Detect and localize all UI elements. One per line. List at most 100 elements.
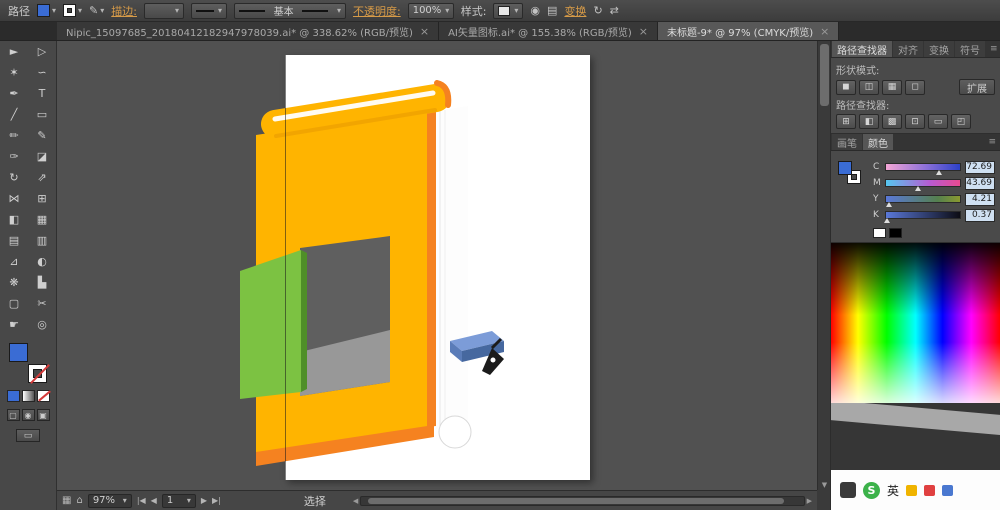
magenta-slider[interactable] bbox=[885, 179, 961, 187]
tool-magic-wand[interactable]: ✶ bbox=[0, 62, 28, 83]
tool-lasso[interactable]: ∽ bbox=[28, 62, 56, 83]
tool-blob-brush[interactable]: ✑ bbox=[0, 146, 28, 167]
crop-button[interactable]: ⊡ bbox=[905, 114, 925, 129]
black-value-field[interactable]: 0.37 bbox=[965, 209, 995, 222]
tool-blend[interactable]: ◐ bbox=[28, 251, 56, 272]
tool-eraser[interactable]: ◪ bbox=[28, 146, 56, 167]
panel-tab-align[interactable]: 对齐 bbox=[893, 41, 923, 57]
cyan-value-field[interactable]: 72.69 bbox=[965, 161, 995, 174]
canvas[interactable] bbox=[57, 41, 817, 490]
tool-pen[interactable]: ✒ bbox=[0, 83, 28, 104]
tool-artboard[interactable]: ▢ bbox=[0, 293, 28, 314]
tool-graph[interactable]: ▙ bbox=[28, 272, 56, 293]
tool-line-segment[interactable]: ╱ bbox=[0, 104, 28, 125]
draw-behind-button[interactable]: ◉ bbox=[22, 409, 35, 421]
close-icon[interactable]: × bbox=[639, 25, 648, 38]
tool-gradient[interactable]: ▥ bbox=[28, 230, 56, 251]
width-profile-dropdown[interactable]: ▾ bbox=[191, 3, 227, 19]
black-slider[interactable] bbox=[885, 211, 961, 219]
stroke-color-control[interactable]: ▾ bbox=[63, 4, 82, 17]
tool-paintbrush[interactable]: ✏ bbox=[0, 125, 28, 146]
stroke-proxy-swatch[interactable] bbox=[28, 364, 47, 383]
panel-tab-pathfinder[interactable]: 路径查找器 bbox=[832, 41, 892, 57]
vertical-scroll-thumb[interactable] bbox=[820, 44, 829, 106]
prev-artboard-button[interactable]: ◀ bbox=[151, 496, 157, 505]
none-button[interactable] bbox=[37, 390, 50, 402]
panel-tab-transform[interactable]: 变换 bbox=[924, 41, 954, 57]
trim-button[interactable]: ◧ bbox=[859, 114, 879, 129]
minus-front-button[interactable]: ◫ bbox=[859, 80, 879, 95]
tool-direct-selection[interactable]: ▷ bbox=[28, 41, 56, 62]
zoom-control[interactable]: 97% ▾ bbox=[88, 494, 132, 508]
panel-tab-brushes[interactable]: 画笔 bbox=[832, 134, 862, 150]
black-swatch[interactable] bbox=[889, 228, 902, 238]
fill-swatch[interactable] bbox=[37, 4, 50, 17]
doc-tab-nipic[interactable]: Nipic_15097685_20180412182947978039.ai* … bbox=[57, 22, 439, 40]
intersect-button[interactable]: ▦ bbox=[882, 80, 902, 95]
sogou-ime-icon[interactable]: S bbox=[863, 482, 880, 499]
draw-normal-button[interactable]: ▢ bbox=[7, 409, 20, 421]
tool-perspective-grid[interactable]: ▦ bbox=[28, 209, 56, 230]
style-dropdown[interactable]: ▾ bbox=[493, 3, 523, 19]
stroke-weight-dropdown[interactable]: ▾ bbox=[144, 3, 184, 19]
tool-slice[interactable]: ✂ bbox=[28, 293, 56, 314]
tool-hand[interactable]: ☛ bbox=[0, 314, 28, 335]
outline-button[interactable]: ▭ bbox=[928, 114, 948, 129]
exclude-button[interactable]: ◻ bbox=[905, 80, 925, 95]
next-artboard-button[interactable]: ▶ bbox=[201, 496, 207, 505]
brush-tool-control[interactable]: ✎ ▾ bbox=[89, 5, 104, 16]
tool-shape-builder[interactable]: ◧ bbox=[0, 209, 28, 230]
last-artboard-button[interactable]: ▶| bbox=[212, 496, 221, 505]
rotate-icon[interactable]: ↻ bbox=[593, 5, 602, 16]
stroke-swatch[interactable] bbox=[63, 4, 76, 17]
tool-scale[interactable]: ⇗ bbox=[28, 167, 56, 188]
transform-link[interactable]: 变换 bbox=[564, 3, 586, 19]
recolor-artwork-icon[interactable]: ◉ bbox=[530, 5, 540, 16]
unite-button[interactable]: ◼ bbox=[836, 80, 856, 95]
tool-symbol-sprayer[interactable]: ❋ bbox=[0, 272, 28, 293]
tray-icon-yellow[interactable] bbox=[906, 485, 917, 496]
tool-mesh[interactable]: ▤ bbox=[0, 230, 28, 251]
flip-icon[interactable]: ⇄ bbox=[610, 5, 619, 16]
cyan-slider[interactable] bbox=[885, 163, 961, 171]
close-icon[interactable]: × bbox=[420, 25, 429, 38]
grid-icon[interactable]: ▦ bbox=[62, 495, 71, 506]
tool-type[interactable]: T bbox=[28, 83, 56, 104]
horizontal-scrollbar[interactable]: ◀ ▶ bbox=[353, 495, 812, 507]
expand-button[interactable]: 扩展 bbox=[959, 79, 995, 95]
tool-pencil[interactable]: ✎ bbox=[28, 125, 56, 146]
screen-mode-button[interactable]: ▭ bbox=[16, 429, 40, 442]
divide-button[interactable]: ⊞ bbox=[836, 114, 856, 129]
white-swatch[interactable] bbox=[873, 228, 886, 238]
yellow-value-field[interactable]: 4.21 bbox=[965, 193, 995, 206]
panel-menu-icon[interactable]: ≡ bbox=[986, 41, 1000, 57]
first-artboard-button[interactable]: |◀ bbox=[137, 496, 146, 505]
slider-thumb-icon[interactable] bbox=[915, 186, 921, 191]
tool-zoom[interactable]: ◎ bbox=[28, 314, 56, 335]
panel-options-icon[interactable]: ▤ bbox=[547, 5, 557, 16]
tool-rectangle[interactable]: ▭ bbox=[28, 104, 56, 125]
color-spectrum[interactable] bbox=[831, 243, 1000, 403]
color-button[interactable] bbox=[7, 390, 20, 402]
panel-tab-color[interactable]: 颜色 bbox=[863, 134, 893, 150]
scroll-right-icon[interactable]: ▶ bbox=[807, 497, 812, 505]
doc-tab-untitled-9[interactable]: 未标题-9* @ 97% (CMYK/预览) × bbox=[658, 22, 839, 40]
panel-tab-symbols[interactable]: 符号 bbox=[955, 41, 985, 57]
gradient-button[interactable] bbox=[22, 390, 35, 402]
magenta-value-field[interactable]: 43.69 bbox=[965, 177, 995, 190]
yellow-slider[interactable] bbox=[885, 195, 961, 203]
slider-thumb-icon[interactable] bbox=[886, 202, 892, 207]
panel-menu-icon[interactable]: ≡ bbox=[984, 134, 1000, 150]
ime-mode-label[interactable]: 英 bbox=[887, 482, 899, 499]
fill-color-control[interactable]: ▾ bbox=[37, 4, 56, 17]
stroke-link[interactable]: 描边: bbox=[111, 3, 137, 19]
artboard-number-control[interactable]: 1 ▾ bbox=[162, 494, 196, 508]
brush-definition-dropdown[interactable]: 基本 ▾ bbox=[234, 3, 346, 19]
fill-proxy-swatch[interactable] bbox=[838, 161, 852, 175]
tray-app-icon[interactable] bbox=[840, 482, 856, 498]
opacity-link[interactable]: 不透明度: bbox=[353, 3, 401, 19]
draw-inside-button[interactable]: ▣ bbox=[37, 409, 50, 421]
horizontal-scroll-track[interactable] bbox=[360, 496, 804, 506]
close-icon[interactable]: × bbox=[820, 25, 829, 38]
fill-proxy-swatch[interactable] bbox=[9, 343, 28, 362]
